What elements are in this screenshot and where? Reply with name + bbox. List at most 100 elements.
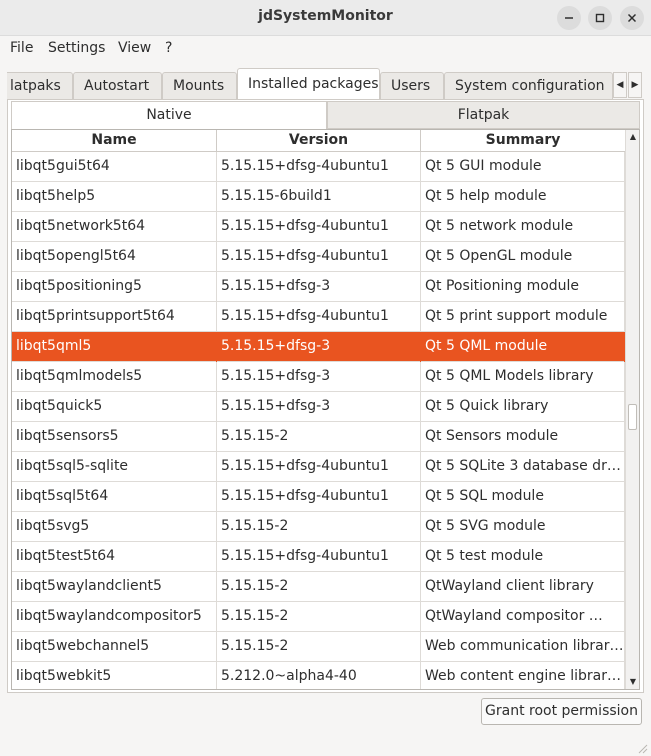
cell-summary: QtWayland client library	[421, 572, 625, 602]
menu-file[interactable]: File	[10, 40, 33, 56]
cell-summary: Qt 5 print support module	[421, 302, 625, 332]
cell-summary: Web communication librar…	[421, 632, 625, 662]
menu-help[interactable]: ?	[165, 40, 172, 56]
cell-name: libqt5printsupport5t64	[12, 302, 217, 332]
tab-system-configuration[interactable]: System configuration	[444, 72, 613, 100]
cell-summary: Qt Positioning module	[421, 272, 625, 302]
cell-summary: Qt 5 GUI module	[421, 152, 625, 182]
table-row[interactable]: libqt5qmlmodels5 5.15.15+dfsg-3 Qt 5 QML M…	[12, 362, 625, 392]
cell-name: libqt5network5t64	[12, 212, 217, 242]
tab-users[interactable]: Users	[380, 72, 444, 100]
minimize-icon	[565, 17, 573, 19]
table-row[interactable]: libqt5sql5t64 5.15.15+dfsg-4ubuntu1 Qt 5 S…	[12, 482, 625, 512]
triangle-left-icon: ◀	[616, 80, 624, 90]
table-row[interactable]: libqt5gui5t64 5.15.15+dfsg-4ubuntu1 Qt 5 G…	[12, 152, 625, 182]
packages-table[interactable]: Name Version Summary libqt5gui5t64 5.15.1…	[11, 129, 640, 690]
vertical-scrollbar[interactable]: ▲ ▼	[625, 130, 639, 689]
column-header-version[interactable]: Version	[217, 130, 421, 152]
cell-name: libqt5waylandclient5	[12, 572, 217, 602]
resize-grip-icon[interactable]	[636, 742, 648, 754]
table-row[interactable]: libqt5sensors5 5.15.15-2 Qt Sensors module	[12, 422, 625, 452]
triangle-down-icon: ▼	[629, 677, 637, 686]
cell-name: libqt5waylandcompositor5	[12, 602, 217, 632]
cell-version: 5.15.15+dfsg-3	[217, 362, 421, 392]
column-header-summary[interactable]: Summary	[421, 130, 625, 152]
table-row[interactable]: libqt5waylandclient5 5.15.15-2 QtWayland c…	[12, 572, 625, 602]
table-row[interactable]: libqt5help5 5.15.15-6build1 Qt 5 help modu…	[12, 182, 625, 212]
cell-name: libqt5webchannel5	[12, 632, 217, 662]
cell-summary: Qt 5 SVG module	[421, 512, 625, 542]
cell-name: libqt5gui5t64	[12, 152, 217, 182]
cell-version: 5.212.0~alpha4-40	[217, 662, 421, 689]
window-title: jdSystemMonitor	[258, 8, 393, 24]
cell-version: 5.15.15+dfsg-4ubuntu1	[217, 542, 421, 572]
cell-name: libqt5qml5	[12, 332, 217, 362]
table-row[interactable]: libqt5waylandcompositor5 5.15.15-2 QtWayla…	[12, 602, 625, 632]
table-row[interactable]: libqt5sql5-sqlite 5.15.15+dfsg-4ubuntu1 Qt…	[12, 452, 625, 482]
menu-settings[interactable]: Settings	[48, 40, 105, 56]
table-row[interactable]: libqt5quick5 5.15.15+dfsg-3 Qt 5 Quick lib…	[12, 392, 625, 422]
cell-version: 5.15.15+dfsg-4ubuntu1	[217, 242, 421, 272]
scrollbar-thumb[interactable]	[628, 404, 637, 430]
cell-summary: Qt 5 SQLite 3 database driver	[421, 452, 625, 482]
cell-name: libqt5opengl5t64	[12, 242, 217, 272]
cell-version: 5.15.15-6build1	[217, 182, 421, 212]
cell-name: libqt5positioning5	[12, 272, 217, 302]
cell-version: 5.15.15+dfsg-4ubuntu1	[217, 482, 421, 512]
cell-name: libqt5sql5-sqlite	[12, 452, 217, 482]
table-row[interactable]: libqt5printsupport5t64 5.15.15+dfsg-4ubun…	[12, 302, 625, 332]
cell-summary: Qt 5 QML Models library	[421, 362, 625, 392]
maximize-button[interactable]	[588, 6, 612, 30]
tab-autostart[interactable]: Autostart	[73, 72, 162, 100]
tab-installed-packages[interactable]: Installed packages	[237, 68, 380, 100]
cell-summary: QtWayland compositor …	[421, 602, 625, 632]
table-row[interactable]: libqt5svg5 5.15.15-2 Qt 5 SVG module	[12, 512, 625, 542]
main-tab-bar: latpaks Autostart Mounts Installed packa…	[7, 68, 613, 100]
tab-scroll-right-button[interactable]: ▶	[628, 72, 642, 98]
cell-summary: Qt 5 test module	[421, 542, 625, 572]
triangle-up-icon: ▲	[629, 132, 637, 141]
table-row[interactable]: libqt5opengl5t64 5.15.15+dfsg-4ubuntu1 Qt …	[12, 242, 625, 272]
cell-version: 5.15.15-2	[217, 632, 421, 662]
cell-name: libqt5test5t64	[12, 542, 217, 572]
close-button[interactable]	[620, 6, 644, 30]
cell-name: libqt5sql5t64	[12, 482, 217, 512]
minimize-button[interactable]	[557, 6, 581, 30]
table-row[interactable]: libqt5test5t64 5.15.15+dfsg-4ubuntu1 Qt 5 …	[12, 542, 625, 572]
cell-name: libqt5svg5	[12, 512, 217, 542]
cell-summary: Qt 5 help module	[421, 182, 625, 212]
cell-summary: Qt 5 QML module	[421, 332, 625, 362]
cell-name: libqt5webkit5	[12, 662, 217, 689]
cell-summary: Qt 5 network module	[421, 212, 625, 242]
grant-root-permission-button[interactable]: Grant root permission	[481, 698, 642, 725]
tab-mounts[interactable]: Mounts	[162, 72, 237, 100]
subtab-flatpak[interactable]: Flatpak	[327, 101, 640, 129]
column-header-name[interactable]: Name	[12, 130, 217, 152]
cell-version: 5.15.15+dfsg-3	[217, 272, 421, 302]
table-row[interactable]: libqt5network5t64 5.15.15+dfsg-4ubuntu1 Qt…	[12, 212, 625, 242]
cell-version: 5.15.15+dfsg-4ubuntu1	[217, 452, 421, 482]
cell-version: 5.15.15+dfsg-4ubuntu1	[217, 212, 421, 242]
cell-version: 5.15.15+dfsg-3	[217, 392, 421, 422]
cell-version: 5.15.15-2	[217, 572, 421, 602]
cell-name: libqt5quick5	[12, 392, 217, 422]
cell-name: libqt5help5	[12, 182, 217, 212]
subtab-native[interactable]: Native	[11, 101, 327, 129]
scroll-up-button[interactable]: ▲	[626, 130, 639, 144]
table-row[interactable]: libqt5positioning5 5.15.15+dfsg-3 Qt Posit…	[12, 272, 625, 302]
title-bar[interactable]: jdSystemMonitor	[0, 0, 651, 36]
menu-view[interactable]: View	[118, 40, 151, 56]
tab-scroll-left-button[interactable]: ◀	[613, 72, 627, 98]
cell-version: 5.15.15-2	[217, 602, 421, 632]
menu-bar: File Settings View ?	[0, 36, 651, 61]
maximize-icon	[595, 13, 605, 23]
table-row[interactable]: libqt5qml5 5.15.15+dfsg-3 Qt 5 QML module	[12, 332, 625, 362]
table-row[interactable]: libqt5webkit5 5.212.0~alpha4-40 Web conten…	[12, 662, 625, 689]
cell-summary: Qt Sensors module	[421, 422, 625, 452]
tab-flatpaks[interactable]: latpaks	[7, 72, 73, 100]
cell-version: 5.15.15-2	[217, 422, 421, 452]
table-row[interactable]: libqt5webchannel5 5.15.15-2 Web communicat…	[12, 632, 625, 662]
cell-summary: Qt 5 Quick library	[421, 392, 625, 422]
cell-name: libqt5qmlmodels5	[12, 362, 217, 392]
scroll-down-button[interactable]: ▼	[626, 675, 639, 689]
